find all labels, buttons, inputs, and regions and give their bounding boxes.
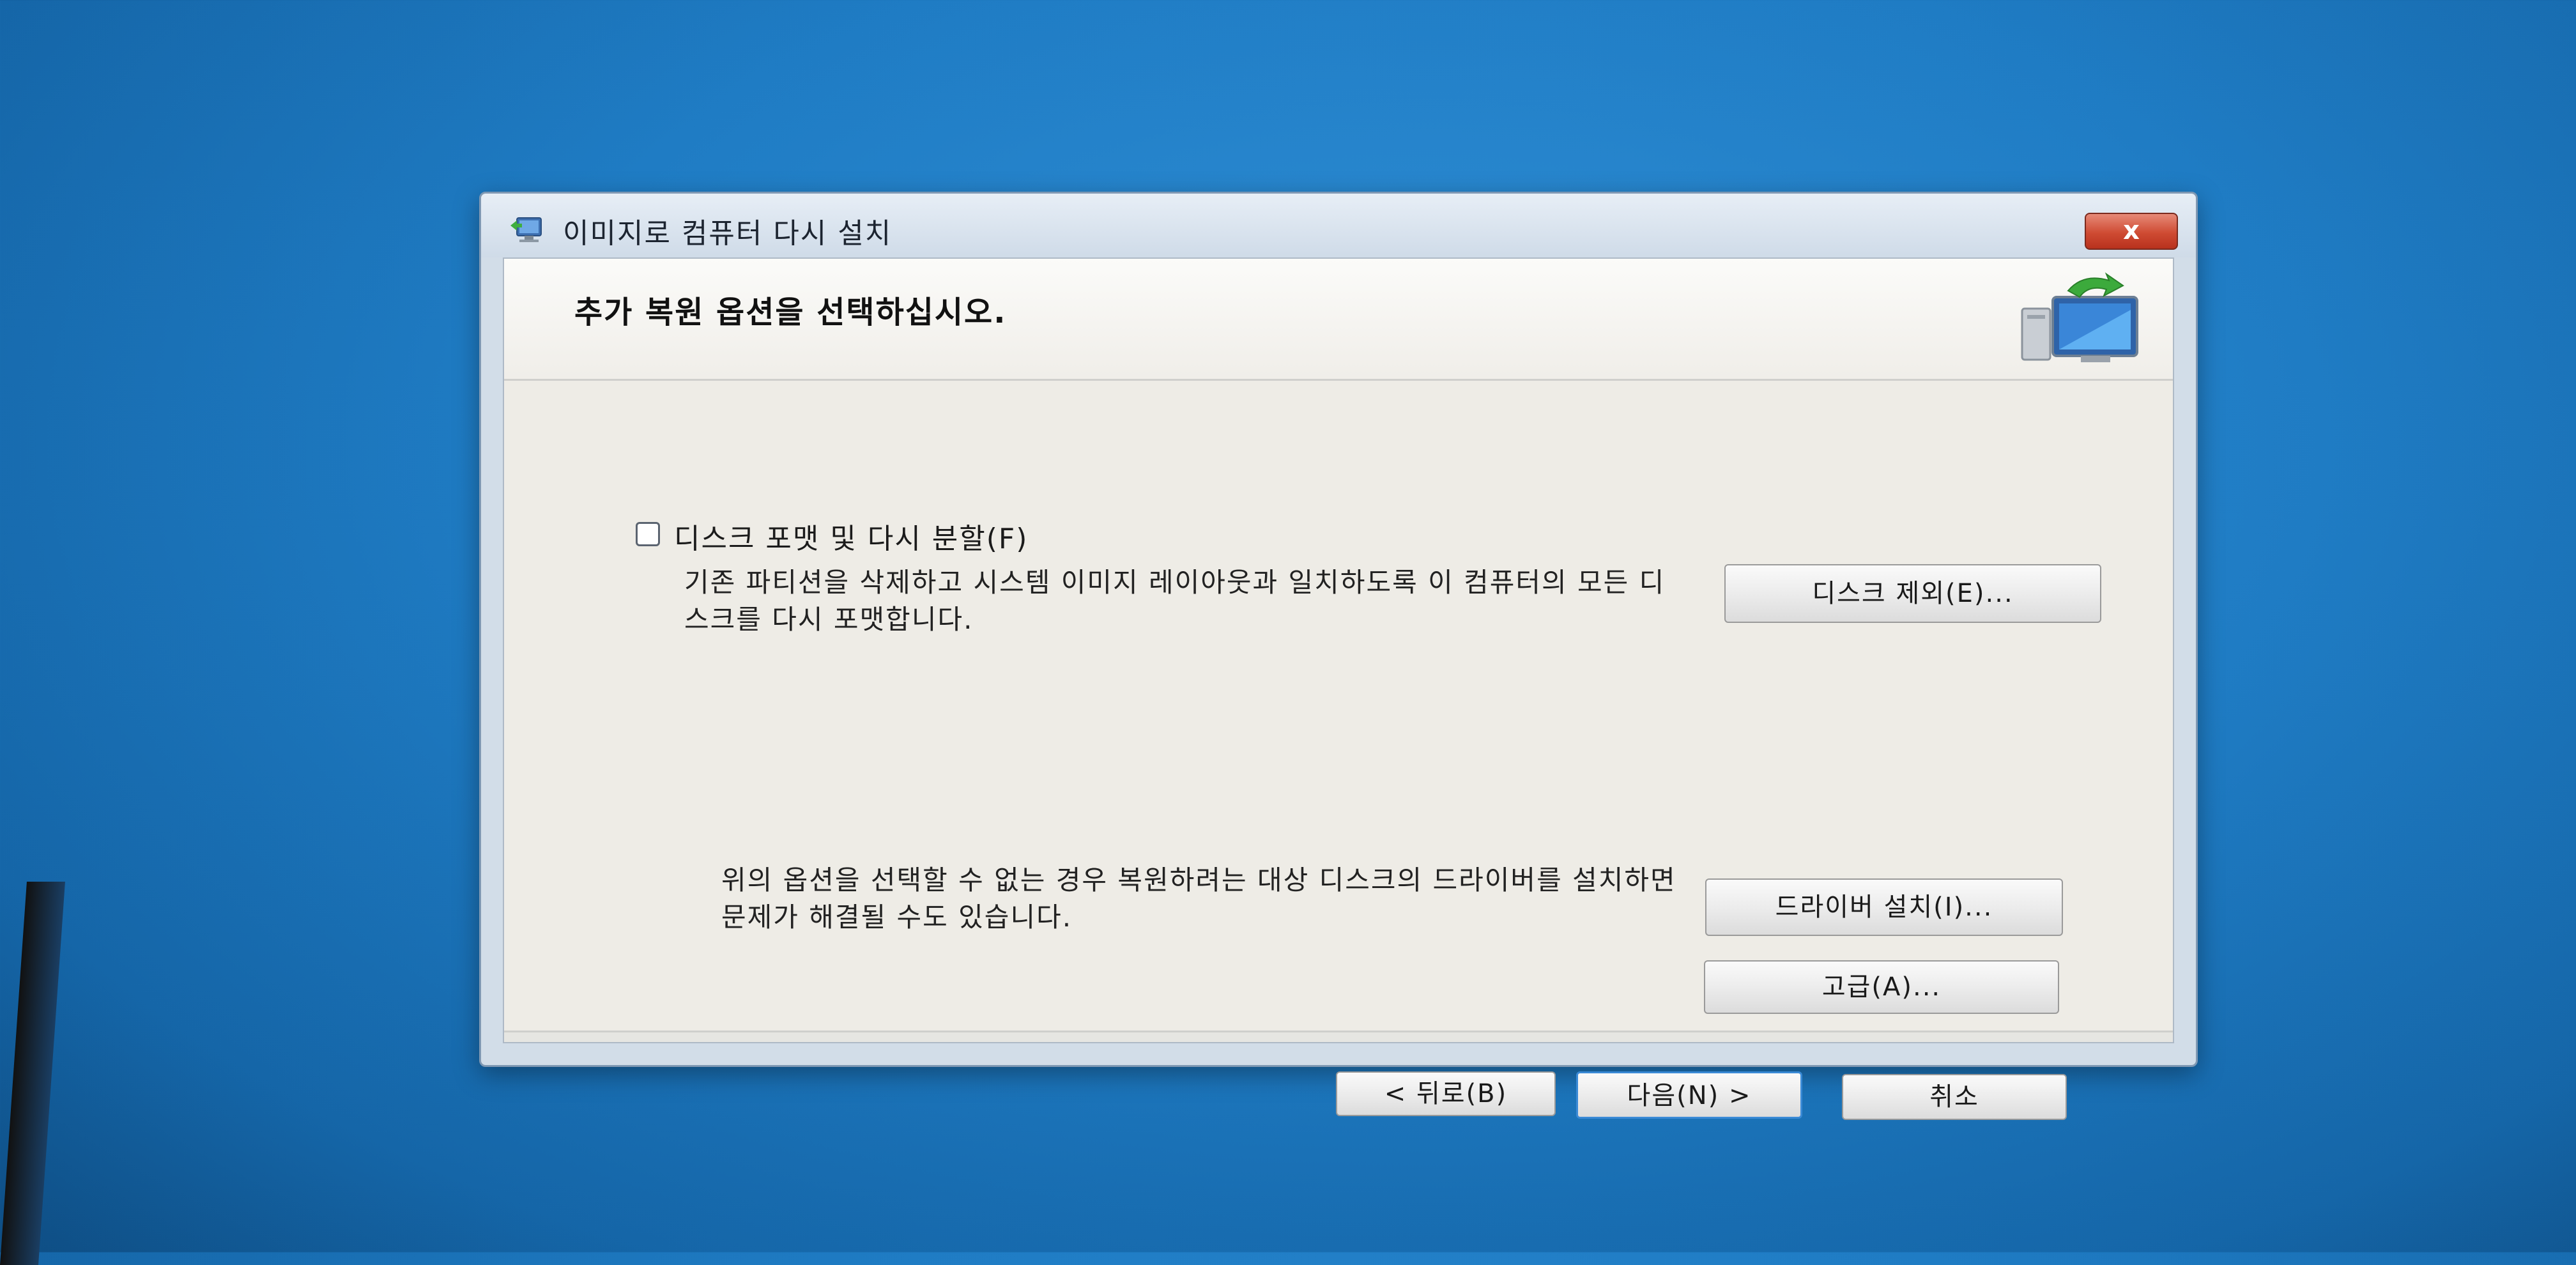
restore-computer-icon <box>508 211 544 243</box>
title-bar[interactable]: 이미지로 컴퓨터 다시 설치 x <box>481 194 2196 257</box>
format-disks-checkbox[interactable] <box>636 522 660 546</box>
close-icon: x <box>2123 216 2140 245</box>
advanced-button[interactable]: 고급(A)... <box>1704 960 2059 1014</box>
install-drivers-button[interactable]: 드라이버 설치(I)... <box>1705 878 2063 936</box>
window-title: 이미지로 컴퓨터 다시 설치 <box>563 217 893 250</box>
driver-info-text: 위의 옵션을 선택할 수 없는 경우 복원하려는 대상 디스크의 드라이버를 설… <box>721 864 1676 933</box>
format-disks-description: 기존 파티션을 삭제하고 시스템 이미지 레이아웃과 일치하도록 이 컴퓨터의 … <box>684 567 1666 635</box>
page-title: 추가 복원 옵션을 선택하십시오. <box>574 295 1007 330</box>
cancel-button[interactable]: 취소 <box>1842 1074 2067 1120</box>
next-button[interactable]: 다음(N) > <box>1576 1071 1802 1119</box>
header-band: 추가 복원 옵션을 선택하십시오. <box>504 259 2173 381</box>
monitor-bezel <box>0 882 65 1265</box>
monitor-restore-icon <box>2013 272 2147 367</box>
close-button[interactable]: x <box>2085 213 2178 250</box>
format-disks-label[interactable]: 디스크 포맷 및 다시 분할(F) <box>674 516 1028 556</box>
footer <box>504 1032 2173 1042</box>
restore-dialog: 이미지로 컴퓨터 다시 설치 x 추가 복원 옵션을 선택하십시오. 디스크 포… <box>479 192 2198 1120</box>
dialog-content: 추가 복원 옵션을 선택하십시오. 디스크 포맷 및 다시 분할(F) 기존 파… <box>503 257 2174 1120</box>
exclude-disks-button[interactable]: 디스크 제외(E)... <box>1724 564 2101 623</box>
back-button[interactable]: < 뒤로(B) <box>1336 1071 1556 1116</box>
